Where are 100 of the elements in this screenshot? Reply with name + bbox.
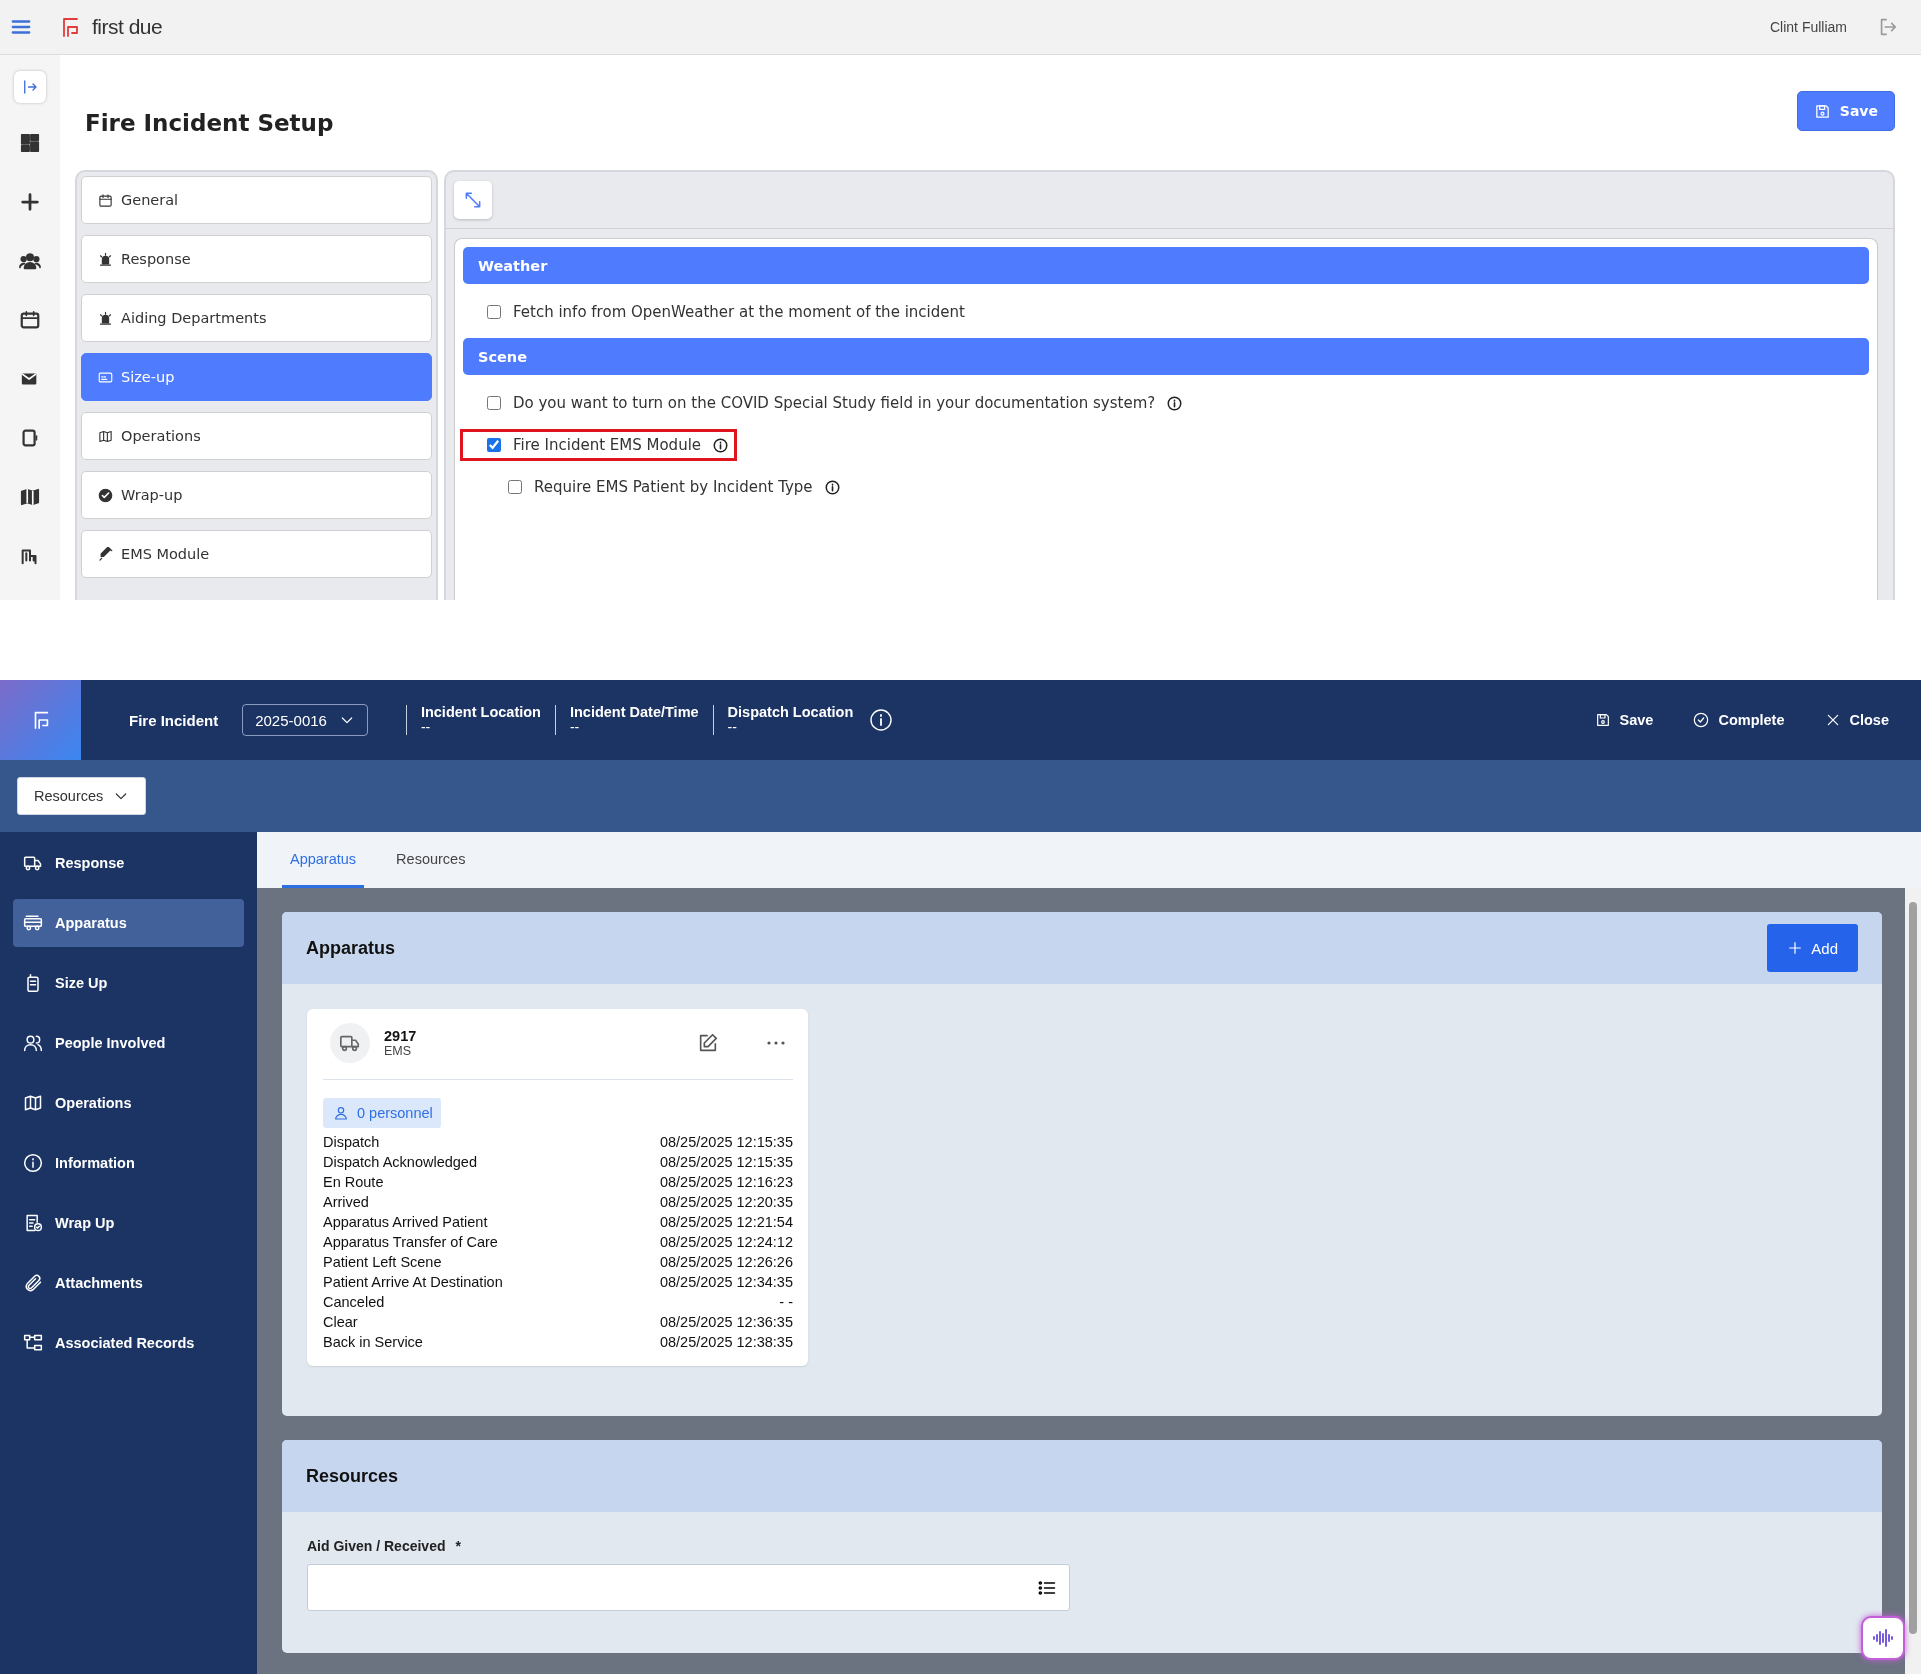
map-icon bbox=[19, 486, 41, 508]
calendar-icon bbox=[98, 192, 113, 208]
sidebar-item[interactable]: Apparatus bbox=[13, 899, 244, 947]
info-icon bbox=[713, 437, 729, 453]
option-label: Fire Incident EMS Module bbox=[513, 436, 702, 454]
tab[interactable]: Resources bbox=[388, 832, 474, 888]
option-label: Fetch info from OpenWeather at the moment of the incident bbox=[513, 303, 965, 321]
user-name[interactable]: Clint Fulliam bbox=[1770, 19, 1847, 35]
option-label: Require EMS Patient by Incident Type bbox=[534, 478, 813, 496]
arrow-right-icon bbox=[21, 78, 39, 96]
checkbox[interactable] bbox=[508, 480, 522, 494]
plus-icon bbox=[19, 191, 41, 213]
event-name: En Route bbox=[323, 1173, 385, 1192]
siren-icon bbox=[98, 310, 113, 326]
event-name: Apparatus Arrived Patient bbox=[323, 1213, 489, 1232]
event-name: Canceled bbox=[323, 1293, 386, 1312]
expand-sidebar-button[interactable] bbox=[14, 71, 46, 103]
option-label: Do you want to turn on the COVID Special Study field in your documentation system? bbox=[513, 394, 1156, 412]
fire-truck-icon bbox=[23, 913, 43, 933]
sidebar-item[interactable]: Operations bbox=[13, 1079, 244, 1127]
check-circle-icon bbox=[98, 487, 113, 503]
panel-title: Apparatus bbox=[306, 937, 395, 959]
edit-button[interactable] bbox=[697, 1032, 719, 1054]
info-icon bbox=[824, 479, 840, 495]
save-button[interactable]: Save bbox=[1796, 91, 1895, 131]
check-circle-icon bbox=[1693, 712, 1710, 728]
event-time: 08/25/2025 12:26:26 bbox=[659, 1253, 793, 1272]
add-button[interactable]: Add bbox=[1767, 924, 1858, 972]
event-time: 08/25/2025 12:34:35 bbox=[659, 1273, 793, 1292]
personnel-badge[interactable]: 0 personnel bbox=[323, 1098, 441, 1128]
sidebar-item[interactable]: Attachments bbox=[13, 1259, 244, 1307]
checkbox[interactable] bbox=[487, 396, 501, 410]
more-icon bbox=[767, 1041, 785, 1045]
event-name: Clear bbox=[323, 1313, 359, 1332]
edit-icon bbox=[697, 1032, 719, 1054]
event-name: Back in Service bbox=[323, 1333, 424, 1352]
event-name: Patient Arrive At Destination bbox=[323, 1273, 504, 1292]
header-action-button[interactable]: Save bbox=[1594, 712, 1654, 728]
people-icon bbox=[19, 250, 41, 272]
sidebar-item[interactable]: Size Up bbox=[13, 959, 244, 1007]
event-time: 08/25/2025 12:16:23 bbox=[659, 1173, 793, 1192]
settings-menu-item[interactable]: EMS Module bbox=[81, 530, 432, 578]
truck-icon bbox=[23, 853, 43, 873]
page-title: Fire Incident Setup bbox=[85, 110, 334, 136]
person-icon bbox=[333, 1105, 349, 1121]
plus-icon bbox=[1787, 940, 1804, 956]
header-action-button[interactable]: Complete bbox=[1693, 712, 1785, 728]
waveform-icon bbox=[1871, 1626, 1895, 1650]
event-time: 08/25/2025 12:38:35 bbox=[659, 1333, 793, 1352]
info-icon bbox=[1167, 395, 1183, 411]
field-value: -- bbox=[569, 720, 581, 735]
sidebar-item[interactable]: Associated Records bbox=[13, 1319, 244, 1367]
info-icon bbox=[869, 708, 894, 732]
event-time: 08/25/2025 12:20:35 bbox=[659, 1193, 793, 1212]
event-name: Apparatus Transfer of Care bbox=[323, 1233, 499, 1252]
paperclip-icon bbox=[23, 1273, 43, 1293]
sidebar-item[interactable]: People Involved bbox=[13, 1019, 244, 1067]
syringe-icon bbox=[98, 546, 113, 562]
event-time: 08/25/2025 12:21:54 bbox=[659, 1213, 793, 1232]
dashboard-icon bbox=[19, 132, 41, 154]
header-action-button[interactable]: Close bbox=[1824, 712, 1889, 728]
unit-number: 2917 bbox=[384, 1028, 417, 1044]
voice-assistant-button[interactable] bbox=[1861, 1616, 1905, 1660]
field-label: Incident Location bbox=[420, 705, 541, 720]
field-label: Aid Given / Received bbox=[307, 1538, 446, 1554]
event-time: 08/25/2025 12:36:35 bbox=[659, 1313, 793, 1332]
settings-menu-item[interactable]: Wrap-up bbox=[81, 471, 432, 519]
field-label: Dispatch Location bbox=[727, 705, 854, 720]
sidebar-item[interactable]: Wrap Up bbox=[13, 1199, 244, 1247]
checkbox[interactable] bbox=[487, 305, 501, 319]
section-header: Scene bbox=[463, 338, 1869, 375]
event-time: 08/25/2025 12:24:12 bbox=[659, 1233, 793, 1252]
settings-menu-item[interactable]: Aiding Departments bbox=[81, 294, 432, 342]
settings-menu-item[interactable]: General bbox=[81, 176, 432, 224]
unit-type: EMS bbox=[384, 1044, 413, 1058]
section-dropdown[interactable]: Resources bbox=[17, 777, 147, 815]
checklist-icon bbox=[23, 1213, 43, 1233]
form-title: Fire Incident bbox=[129, 711, 219, 729]
checkbox[interactable] bbox=[487, 438, 501, 452]
incident-number-dropdown[interactable]: 2025-0016 bbox=[242, 704, 368, 736]
panel-title: Resources bbox=[306, 1465, 399, 1487]
sidebar-item[interactable]: Information bbox=[13, 1139, 244, 1187]
settings-menu-item[interactable]: Operations bbox=[81, 412, 432, 460]
field-value: -- bbox=[420, 720, 432, 735]
expand-button[interactable] bbox=[454, 181, 492, 219]
event-name: Dispatch Acknowledged bbox=[323, 1153, 478, 1172]
event-name: Dispatch bbox=[323, 1133, 381, 1152]
sidebar-item[interactable]: Response bbox=[13, 839, 244, 887]
scrollbar[interactable] bbox=[1905, 888, 1921, 1674]
settings-menu-item[interactable]: Size-up bbox=[81, 353, 432, 401]
field-label: Incident Date/Time bbox=[569, 705, 699, 720]
save-icon bbox=[1813, 102, 1831, 120]
siren-icon bbox=[98, 251, 113, 267]
settings-menu-item[interactable]: Response bbox=[81, 235, 432, 283]
aid-input-field[interactable] bbox=[307, 1564, 1070, 1611]
save-icon bbox=[1594, 712, 1611, 728]
event-name: Arrived bbox=[323, 1193, 370, 1212]
more-button[interactable] bbox=[767, 1041, 785, 1045]
calendar-icon bbox=[19, 309, 41, 331]
field-value: -- bbox=[727, 720, 737, 735]
